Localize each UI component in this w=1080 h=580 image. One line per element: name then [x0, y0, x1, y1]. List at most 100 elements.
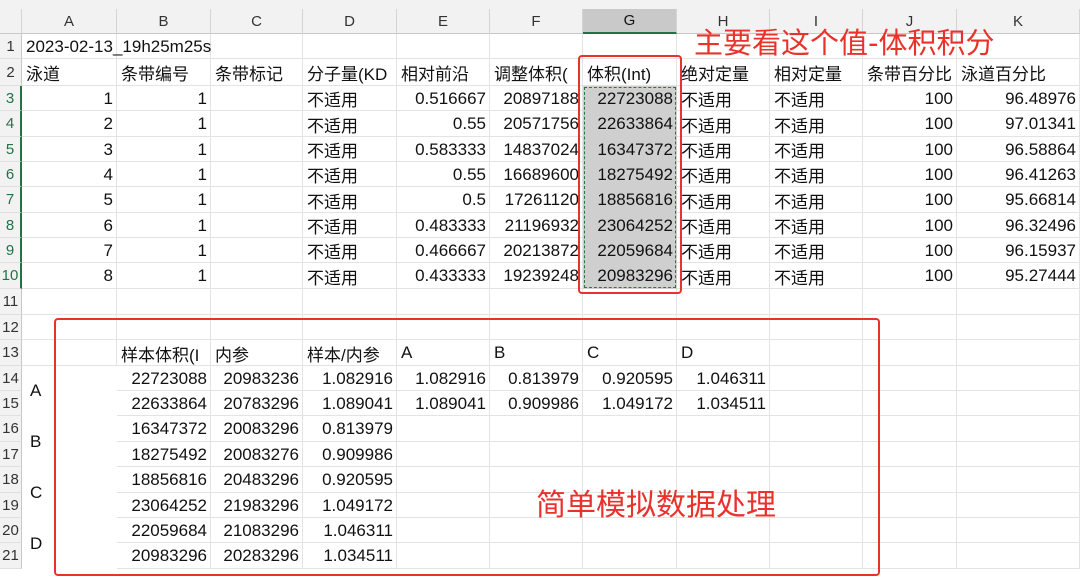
spreadsheet[interactable]: A B C D E F G H I J K 1 2 3 4 5 6 7 8 9 10 11 12 13 14 15 16 17 18 19…	[0, 0, 1080, 580]
data-cell[interactable]: 1	[117, 162, 211, 187]
data-cell[interactable]: 100	[863, 213, 957, 238]
grid-cell[interactable]	[957, 442, 1080, 467]
sample-data-cell[interactable]: 0.909986	[303, 442, 397, 467]
grid-cell[interactable]	[677, 543, 770, 569]
header-cell[interactable]: 条带标记	[211, 59, 303, 86]
data-cell[interactable]: 20571756	[490, 111, 583, 137]
row-header-14[interactable]: 14	[0, 366, 22, 391]
column-header-d[interactable]: D	[303, 9, 397, 34]
grid-cell[interactable]	[863, 493, 957, 518]
sample-data-cell[interactable]: 20083276	[211, 442, 303, 467]
grid-cell[interactable]	[957, 543, 1080, 569]
data-cell[interactable]: 95.27444	[957, 263, 1080, 289]
data-cell[interactable]: 0.516667	[397, 86, 490, 111]
grid-cell[interactable]	[397, 493, 490, 518]
data-cell[interactable]: 不适用	[770, 86, 863, 111]
grid-cell[interactable]	[770, 518, 863, 543]
grid-cell[interactable]	[211, 111, 303, 137]
grid-cell[interactable]	[490, 442, 583, 467]
grid-cell[interactable]	[863, 391, 957, 416]
data-cell[interactable]: 1	[22, 86, 117, 111]
sample-header-cell[interactable]: 内参	[211, 340, 303, 366]
grid-cell[interactable]	[303, 34, 397, 59]
header-cell[interactable]: 条带编号	[117, 59, 211, 86]
data-cell[interactable]: 96.41263	[957, 162, 1080, 187]
data-cell[interactable]: 100	[863, 162, 957, 187]
grid-cell[interactable]	[957, 416, 1080, 442]
data-cell[interactable]: 不适用	[677, 213, 770, 238]
sample-data-cell[interactable]: 0.813979	[303, 416, 397, 442]
row-header-16[interactable]: 16	[0, 416, 22, 442]
data-cell[interactable]: 不适用	[770, 137, 863, 162]
sample-data-cell[interactable]: 0.920595	[303, 467, 397, 493]
data-cell[interactable]: 不适用	[677, 187, 770, 213]
column-header-a[interactable]: A	[22, 9, 117, 34]
grid-cell[interactable]	[957, 467, 1080, 493]
grid-cell[interactable]	[957, 518, 1080, 543]
summary-data-cell[interactable]: 1.049172	[583, 391, 677, 416]
data-cell[interactable]: 100	[863, 111, 957, 137]
grid-cell[interactable]	[770, 442, 863, 467]
grid-cell[interactable]	[677, 315, 770, 340]
grid-cell[interactable]	[863, 315, 957, 340]
grid-cell[interactable]	[863, 340, 957, 366]
data-cell[interactable]: 22059684	[583, 238, 677, 263]
grid-cell[interactable]	[583, 34, 677, 59]
data-cell[interactable]: 不适用	[303, 263, 397, 289]
data-cell[interactable]: 0.55	[397, 111, 490, 137]
grid-cell[interactable]	[211, 315, 303, 340]
row-header-10[interactable]: 10	[0, 263, 22, 289]
grid-cell[interactable]	[957, 366, 1080, 391]
summary-header-cell[interactable]: B	[490, 340, 583, 366]
grid-cell[interactable]	[117, 289, 211, 315]
data-cell[interactable]: 20213872	[490, 238, 583, 263]
grid-cell[interactable]	[770, 315, 863, 340]
sample-data-cell[interactable]: 16347372	[117, 416, 211, 442]
data-cell[interactable]: 20897188	[490, 86, 583, 111]
column-header-f[interactable]: F	[490, 9, 583, 34]
data-cell[interactable]: 0.583333	[397, 137, 490, 162]
data-cell[interactable]: 96.15937	[957, 238, 1080, 263]
summary-data-cell[interactable]: 1.082916	[397, 366, 490, 391]
sample-data-cell[interactable]: 1.049172	[303, 493, 397, 518]
data-cell[interactable]: 7	[22, 238, 117, 263]
data-cell[interactable]: 不适用	[303, 86, 397, 111]
data-cell[interactable]: 0.483333	[397, 213, 490, 238]
data-cell[interactable]: 不适用	[770, 111, 863, 137]
data-cell[interactable]: 1	[117, 238, 211, 263]
data-cell[interactable]: 5	[22, 187, 117, 213]
grid-cell[interactable]	[583, 416, 677, 442]
data-cell[interactable]: 0.5	[397, 187, 490, 213]
data-cell[interactable]: 16689600	[490, 162, 583, 187]
summary-data-cell[interactable]: 1.034511	[677, 391, 770, 416]
grid-cell[interactable]	[957, 391, 1080, 416]
data-cell[interactable]: 不适用	[770, 162, 863, 187]
grid-cell[interactable]	[863, 366, 957, 391]
grid-cell[interactable]	[677, 289, 770, 315]
sample-header-cell[interactable]: 样本/内参	[303, 340, 397, 366]
grid-cell[interactable]	[397, 442, 490, 467]
summary-data-cell[interactable]: 1.089041	[397, 391, 490, 416]
sheet-title-cell[interactable]: 2023-02-13_19h25m25s	[22, 34, 303, 59]
row-header-13[interactable]: 13	[0, 340, 22, 366]
row-header-19[interactable]: 19	[0, 493, 22, 518]
data-cell[interactable]: 不适用	[303, 162, 397, 187]
summary-header-cell[interactable]: C	[583, 340, 677, 366]
data-cell[interactable]: 97.01341	[957, 111, 1080, 137]
grid-cell[interactable]	[22, 315, 117, 340]
data-cell[interactable]: 3	[22, 137, 117, 162]
data-cell[interactable]: 不适用	[770, 263, 863, 289]
data-cell[interactable]: 20983296	[583, 263, 677, 289]
grid-cell[interactable]	[22, 340, 117, 366]
data-cell[interactable]: 16347372	[583, 137, 677, 162]
data-cell[interactable]: 1	[117, 137, 211, 162]
data-cell[interactable]: 19239248	[490, 263, 583, 289]
sample-data-cell[interactable]: 20983296	[117, 543, 211, 569]
data-cell[interactable]: 1	[117, 187, 211, 213]
grid-cell[interactable]	[211, 187, 303, 213]
grid-cell[interactable]	[117, 315, 211, 340]
grid-cell[interactable]	[490, 315, 583, 340]
data-cell[interactable]: 100	[863, 137, 957, 162]
column-header-e[interactable]: E	[397, 9, 490, 34]
grid-cell[interactable]	[770, 366, 863, 391]
